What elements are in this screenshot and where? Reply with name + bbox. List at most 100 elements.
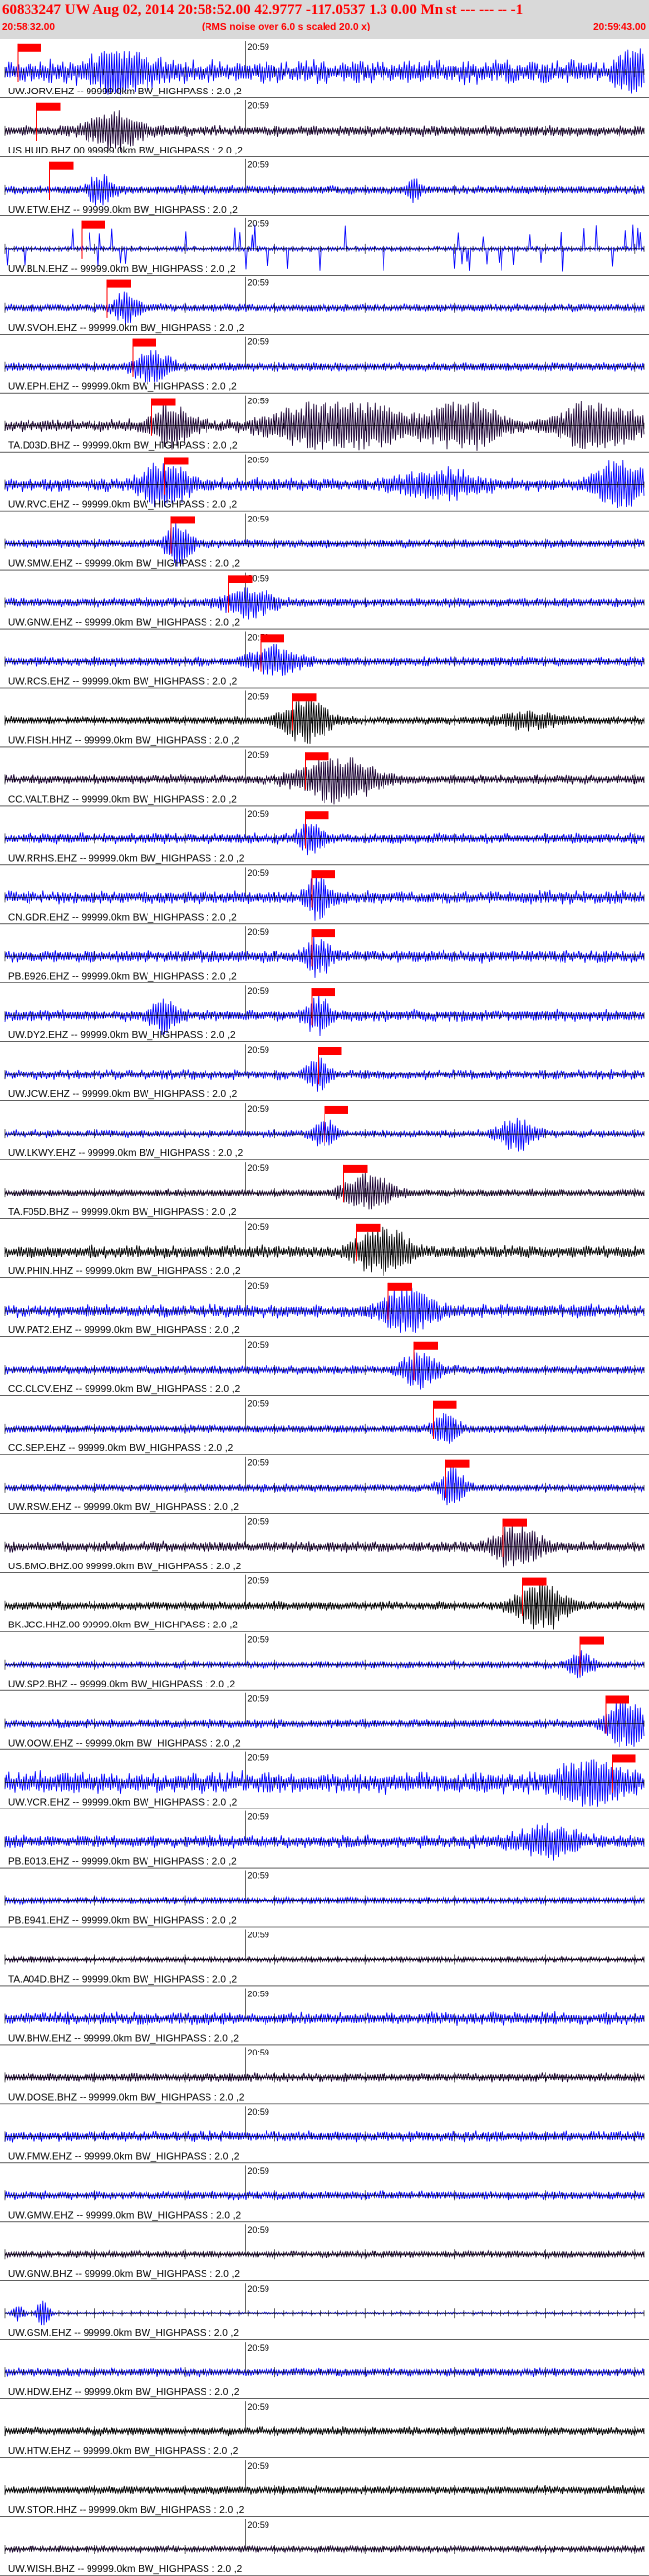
minute-tick-label: 20:59 [247, 1104, 269, 1114]
pick-flag [388, 1282, 412, 1291]
station-label: UW.RSW.EHZ -- 99999.0km BW_HIGHPASS : 2.… [8, 1503, 239, 1513]
station-label: CC.VALT.BHZ -- 99999.0km BW_HIGHPASS : 2… [8, 794, 237, 805]
pick-flag [261, 634, 284, 643]
record-header: 60833247 UW Aug 02, 2014 20:58:52.00 42.… [0, 0, 649, 39]
minute-tick-label: 20:59 [247, 1635, 269, 1645]
station-label: UW.FMW.EHZ -- 99999.0km BW_HIGHPASS : 2.… [8, 2151, 240, 2162]
station-label: UW.DOSE.BHZ -- 99999.0km BW_HIGHPASS : 2… [8, 2092, 245, 2103]
station-label: UW.FISH.HHZ -- 99999.0km BW_HIGHPASS : 2… [8, 735, 240, 746]
minute-tick-label: 20:59 [247, 1693, 269, 1703]
pick-flag [580, 1636, 604, 1645]
minute-tick-label: 20:59 [247, 1163, 269, 1173]
minute-tick-label: 20:59 [247, 455, 269, 464]
station-label: CC.SEP.EHZ -- 99999.0km BW_HIGHPASS : 2.… [8, 1443, 234, 1454]
station-label: UW.BLN.EHZ -- 99999.0km BW_HIGHPASS : 2.… [8, 264, 236, 275]
minute-tick-label: 20:59 [247, 2520, 269, 2530]
pick-flag [312, 929, 335, 938]
station-label: UW.PAT2.EHZ -- 99999.0km BW_HIGHPASS : 2… [8, 1325, 240, 1336]
station-label: UW.BHW.EHZ -- 99999.0km BW_HIGHPASS : 2.… [8, 2033, 239, 2044]
pick-flag [171, 516, 195, 524]
station-label: CC.CLCV.EHZ -- 99999.0km BW_HIGHPASS : 2… [8, 1384, 241, 1395]
minute-tick-label: 20:59 [247, 160, 269, 170]
pick-flag [312, 870, 335, 879]
pick-flag [292, 693, 317, 702]
seismogram-panel: UW.JORV.EHZ -- 99999.0km BW_HIGHPASS : 2… [0, 41, 649, 2576]
minute-tick-label: 20:59 [247, 927, 269, 937]
station-label: UW.STOR.HHZ -- 99999.0km BW_HIGHPASS : 2… [8, 2505, 245, 2516]
minute-tick-label: 20:59 [247, 986, 269, 996]
pick-flag [18, 43, 41, 52]
minute-tick-label: 20:59 [247, 1281, 269, 1291]
pick-flag [318, 1047, 342, 1056]
station-label: PB.B926.EHZ -- 99999.0km BW_HIGHPASS : 2… [8, 971, 237, 982]
station-label: TA.F05D.BHZ -- 99999.0km BW_HIGHPASS : 2… [8, 1207, 237, 1218]
station-label: UW.RCS.EHZ -- 99999.0km BW_HIGHPASS : 2.… [8, 676, 238, 687]
minute-tick-label: 20:59 [247, 1811, 269, 1821]
minute-tick-label: 20:59 [247, 2461, 269, 2471]
minute-tick-label: 20:59 [247, 2284, 269, 2294]
station-label: PB.B013.EHZ -- 99999.0km BW_HIGHPASS : 2… [8, 1857, 237, 1868]
station-label: CN.GDR.EHZ -- 99999.0km BW_HIGHPASS : 2.… [8, 912, 237, 923]
waveform-trace [4, 823, 645, 856]
minute-tick-label: 20:59 [247, 2166, 269, 2176]
pick-flag [503, 1518, 527, 1527]
waveform-trace [4, 1172, 645, 1210]
minute-tick-label: 20:59 [247, 2048, 269, 2057]
pick-flag [414, 1341, 438, 1350]
minute-tick-label: 20:59 [247, 809, 269, 819]
station-label: UW.WISH.BHZ -- 99999.0km BW_HIGHPASS : 2… [8, 2564, 243, 2575]
minute-tick-label: 20:59 [247, 1399, 269, 1409]
pick-flag [305, 811, 329, 820]
waveform-trace [4, 587, 645, 620]
station-label: UW.SP2.BHZ -- 99999.0km BW_HIGHPASS : 2.… [8, 1680, 235, 1690]
station-label: US.HUID.BHZ.00 99999.0km BW_HIGHPASS : 2… [8, 146, 243, 156]
minute-tick-label: 20:59 [247, 1930, 269, 1939]
station-label: UW.RVC.EHZ -- 99999.0km BW_HIGHPASS : 2.… [8, 500, 237, 511]
station-label: UW.SMW.EHZ -- 99999.0km BW_HIGHPASS : 2.… [8, 559, 240, 570]
station-label: UW.GNW.BHZ -- 99999.0km BW_HIGHPASS : 2.… [8, 2269, 240, 2280]
pick-flag [164, 457, 189, 465]
minute-tick-label: 20:59 [247, 278, 269, 288]
scaling-note: (RMS noise over 6.0 s scaled 20.0 x) [202, 22, 371, 32]
pick-flag [82, 220, 105, 229]
minute-tick-label: 20:59 [247, 2107, 269, 2116]
station-label: UW.GMW.EHZ -- 99999.0km BW_HIGHPASS : 2.… [8, 2210, 242, 2221]
station-label: UW.JCW.EHZ -- 99999.0km BW_HIGHPASS : 2.… [8, 1089, 238, 1100]
pick-flag [343, 1164, 368, 1173]
pick-flag [433, 1400, 457, 1409]
minute-tick-label: 20:59 [247, 1045, 269, 1055]
minute-tick-label: 20:59 [247, 2402, 269, 2412]
pick-flag [356, 1223, 381, 1232]
station-label: TA.A04D.BHZ -- 99999.0km BW_HIGHPASS : 2… [8, 1974, 237, 1985]
minute-tick-label: 20:59 [247, 2343, 269, 2353]
station-label: BK.JCC.HHZ.00 99999.0km BW_HIGHPASS : 2.… [8, 1621, 238, 1631]
minute-tick-label: 20:59 [247, 514, 269, 523]
waveform-trace [4, 1650, 645, 1679]
minute-tick-label: 20:59 [247, 397, 269, 406]
minute-tick-label: 20:59 [247, 337, 269, 347]
minute-tick-label: 20:59 [247, 691, 269, 701]
waveform-trace [4, 644, 645, 676]
minute-tick-label: 20:59 [247, 1458, 269, 1468]
pick-flag [36, 102, 61, 111]
station-label: UW.GSM.EHZ -- 99999.0km BW_HIGHPASS : 2.… [8, 2328, 239, 2339]
minute-tick-label: 20:59 [247, 1517, 269, 1527]
minute-tick-label: 20:59 [247, 1752, 269, 1762]
station-label: UW.PHIN.HHZ -- 99999.0km BW_HIGHPASS : 2… [8, 1266, 241, 1277]
station-label: UW.LKWY.EHZ -- 99999.0km BW_HIGHPASS : 2… [8, 1148, 244, 1159]
end-time: 20:59:43.00 [593, 22, 646, 32]
minute-tick-label: 20:59 [247, 1871, 269, 1880]
minute-tick-label: 20:59 [247, 750, 269, 760]
pick-flag [133, 338, 156, 347]
minute-tick-label: 20:59 [247, 1222, 269, 1232]
pick-flag [305, 752, 329, 761]
station-label: UW.SVOH.EHZ -- 99999.0km BW_HIGHPASS : 2… [8, 323, 245, 334]
pick-flag [522, 1577, 547, 1586]
pick-flag [612, 1754, 636, 1763]
minute-tick-label: 20:59 [247, 1576, 269, 1586]
station-label: UW.OOW.EHZ -- 99999.0km BW_HIGHPASS : 2.… [8, 1739, 241, 1749]
station-label: UW.EPH.EHZ -- 99999.0km BW_HIGHPASS : 2.… [8, 382, 237, 393]
pick-flag [107, 279, 131, 288]
pick-flag [151, 398, 176, 406]
station-label: UW.DY2.EHZ -- 99999.0km BW_HIGHPASS : 2.… [8, 1030, 236, 1041]
